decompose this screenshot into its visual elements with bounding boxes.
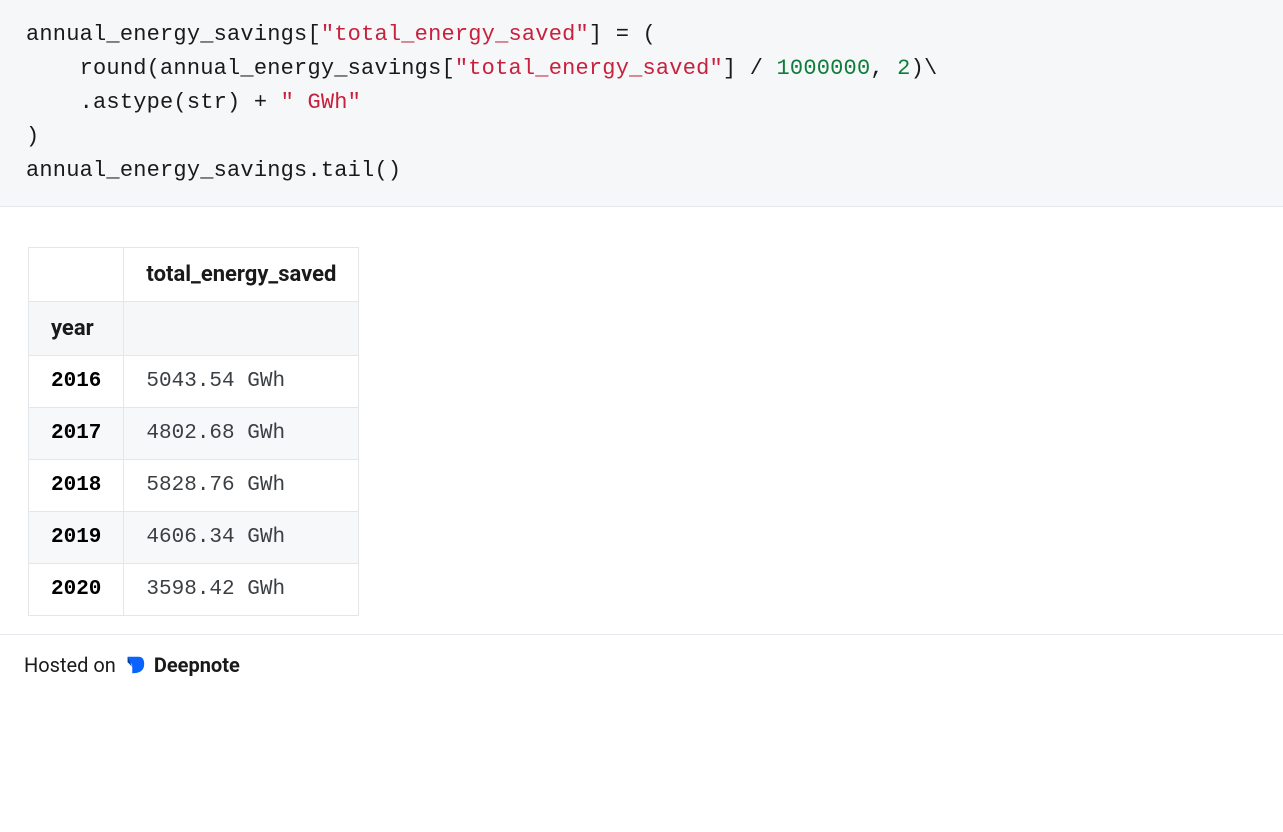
code-token: annual_energy_savings.tail() <box>26 158 401 183</box>
row-index: 2017 <box>29 408 124 460</box>
hosted-on-footer[interactable]: Hosted on Deepnote <box>0 634 1283 695</box>
table-row: 20194606.34 GWh <box>29 512 359 564</box>
code-token: 2 <box>897 56 910 81</box>
code-token: , <box>870 56 897 81</box>
deepnote-icon <box>124 654 146 676</box>
code-line: round(annual_energy_savings["total_energ… <box>26 52 1257 86</box>
code-token: "total_energy_saved" <box>455 56 723 81</box>
brand-name: Deepnote <box>154 653 240 677</box>
row-value: 5043.54 GWh <box>124 356 359 408</box>
column-header: total_energy_saved <box>124 248 359 302</box>
code-token: ] / <box>723 56 777 81</box>
row-index: 2019 <box>29 512 124 564</box>
row-index: 2018 <box>29 460 124 512</box>
row-value: 4606.34 GWh <box>124 512 359 564</box>
output-area: total_energy_saved year 20165043.54 GWh2… <box>0 207 1283 634</box>
row-value: 5828.76 GWh <box>124 460 359 512</box>
table-row: 20203598.42 GWh <box>29 564 359 616</box>
blank-header <box>29 248 124 302</box>
code-token: round(annual_energy_savings[ <box>26 56 455 81</box>
code-token: " GWh" <box>281 90 361 115</box>
code-token: "total_energy_saved" <box>321 22 589 47</box>
row-value: 3598.42 GWh <box>124 564 359 616</box>
table-row: 20174802.68 GWh <box>29 408 359 460</box>
code-line: .astype(str) + " GWh" <box>26 86 1257 120</box>
row-index: 2016 <box>29 356 124 408</box>
code-token: ] = ( <box>589 22 656 47</box>
code-token: ) <box>26 124 39 149</box>
table-row: 20185828.76 GWh <box>29 460 359 512</box>
index-name: year <box>29 302 124 356</box>
code-cell[interactable]: annual_energy_savings["total_energy_save… <box>0 0 1283 207</box>
hosted-on-label: Hosted on <box>24 653 116 677</box>
code-line: annual_energy_savings["total_energy_save… <box>26 18 1257 52</box>
code-token: )\ <box>911 56 938 81</box>
code-line: annual_energy_savings.tail() <box>26 154 1257 188</box>
blank-header <box>124 302 359 356</box>
code-token: 1000000 <box>777 56 871 81</box>
output-table: total_energy_saved year 20165043.54 GWh2… <box>28 247 359 616</box>
table-row: 20165043.54 GWh <box>29 356 359 408</box>
row-value: 4802.68 GWh <box>124 408 359 460</box>
code-line: ) <box>26 120 1257 154</box>
code-token: .astype(str) + <box>26 90 281 115</box>
row-index: 2020 <box>29 564 124 616</box>
code-token: annual_energy_savings[ <box>26 22 321 47</box>
